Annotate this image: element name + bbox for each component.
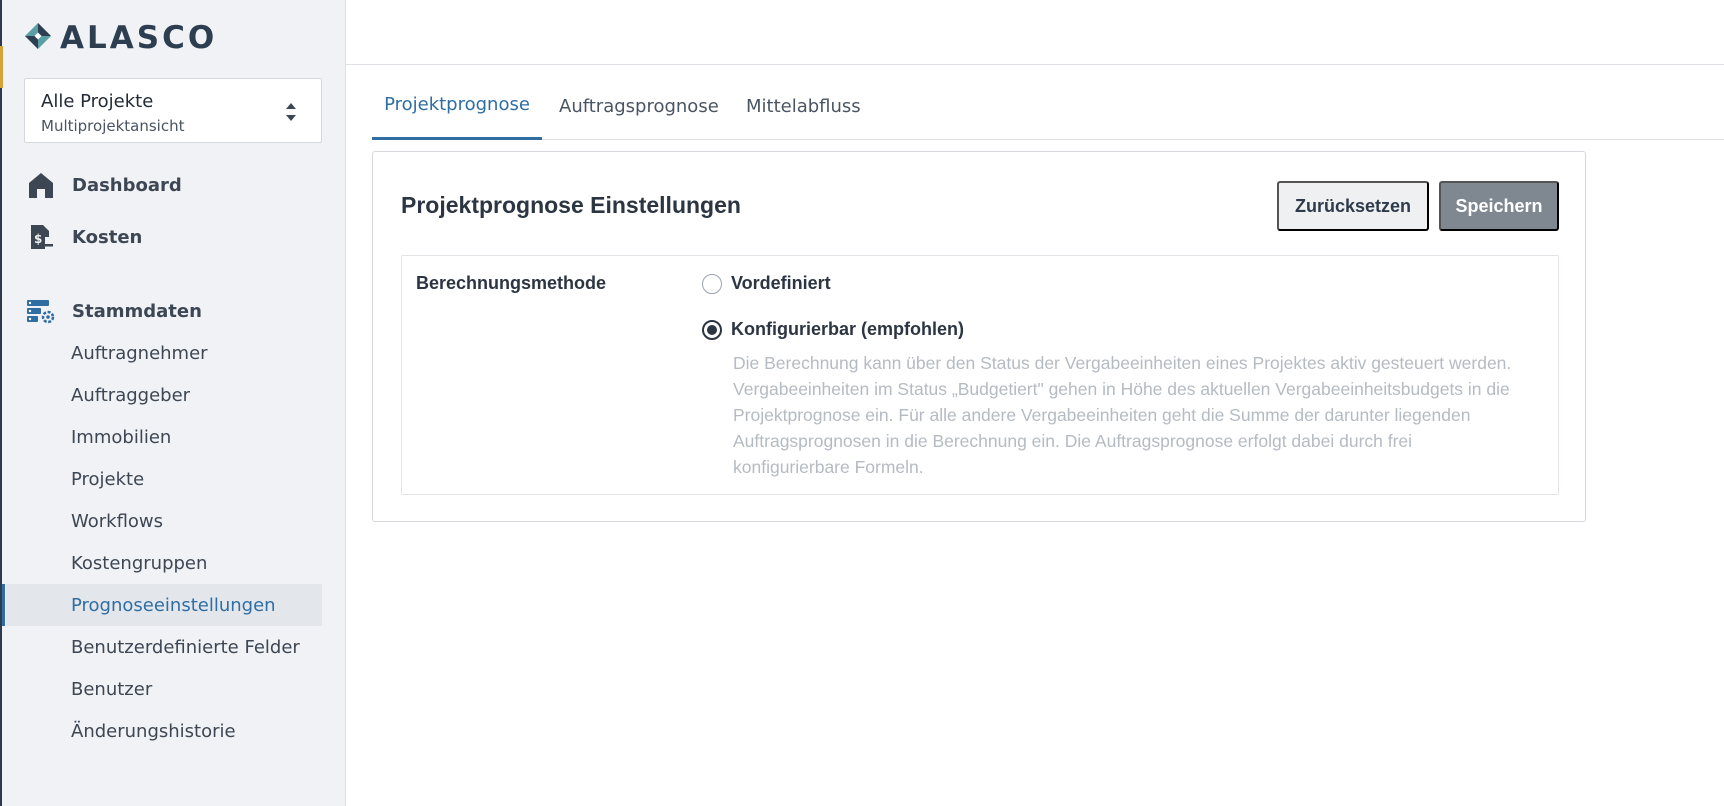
sidebar-accent-mark (0, 46, 3, 88)
tab-projektprognose[interactable]: Projektprognose (372, 72, 542, 140)
radio-label-vordefiniert: Vordefiniert (731, 273, 831, 293)
radio-vordefiniert[interactable] (702, 273, 722, 294)
sidebar-item-projekte[interactable]: Projekte (6, 458, 322, 500)
master-data-settings-icon (24, 296, 58, 326)
radio-label-konfigurierbar: Konfigurierbar (empfohlen) (731, 319, 964, 339)
sidebar-item-auftragnehmer[interactable]: Auftragnehmer (6, 332, 322, 374)
nav-stammdaten[interactable]: Stammdaten (24, 289, 202, 333)
project-selector-subtitle: Multiprojektansicht (41, 117, 185, 135)
top-bar (346, 0, 1724, 65)
tab-mittelabfluss[interactable]: Mittelabfluss (736, 72, 871, 140)
home-icon (24, 170, 58, 200)
nav-kosten[interactable]: $ Kosten (24, 215, 142, 259)
project-selector-title: Alle Projekte (41, 91, 154, 112)
sidebar-item-immobilien[interactable]: Immobilien (6, 416, 322, 458)
alasco-logo-icon (24, 22, 52, 54)
sidebar-item-auftraggeber[interactable]: Auftraggeber (6, 374, 322, 416)
settings-card: Projektprognose Einstellungen Zurücksetz… (372, 151, 1586, 522)
nav-dashboard-label: Dashboard (72, 174, 182, 196)
field-label-berechnungsmethode: Berechnungsmethode (416, 273, 607, 293)
save-button[interactable]: Speichern (1439, 181, 1559, 231)
logo-text: ALASCO (60, 20, 218, 56)
sidebar-item-workflows[interactable]: Workflows (6, 500, 322, 542)
sidebar-item-prognoseeinstellungen[interactable]: Prognoseeinstellungen (2, 584, 322, 626)
cost-document-icon: $ (24, 222, 58, 252)
sidebar: ALASCO Alle Projekte Multiprojektansicht… (0, 0, 346, 806)
option-description: Die Berechnung kann über den Status der … (733, 353, 1512, 477)
sidebar-item-benutzer[interactable]: Benutzer (6, 668, 322, 710)
nav-dashboard[interactable]: Dashboard (24, 163, 182, 207)
nav-kosten-label: Kosten (72, 226, 143, 248)
sidebar-item-aenderungshistorie[interactable]: Änderungshistorie (6, 710, 322, 752)
radio-option-vordefiniert[interactable]: Vordefiniert (702, 273, 831, 294)
tab-auftragsprognose[interactable]: Auftragsprognose (549, 72, 729, 140)
tab-bar: Projektprognose Auftragsprognose Mittela… (372, 72, 1724, 140)
sidebar-item-kostengruppen[interactable]: Kostengruppen (6, 542, 322, 584)
sidebar-item-benutzerdefinierte-felder[interactable]: Benutzerdefinierte Felder (6, 626, 322, 668)
sort-arrows-icon (286, 103, 296, 121)
calculation-method-panel: Berechnungsmethode Vordefiniert Konfigur… (401, 255, 1559, 495)
card-title: Projektprognose Einstellungen (401, 192, 741, 218)
svg-text:$: $ (34, 232, 42, 246)
radio-konfigurierbar[interactable] (702, 319, 722, 340)
logo[interactable]: ALASCO (24, 20, 217, 56)
nav-stammdaten-label: Stammdaten (72, 300, 202, 322)
reset-button[interactable]: Zurücksetzen (1277, 181, 1429, 231)
project-selector[interactable]: Alle Projekte Multiprojektansicht (24, 78, 322, 143)
radio-option-konfigurierbar[interactable]: Konfigurierbar (empfohlen) (702, 319, 964, 340)
